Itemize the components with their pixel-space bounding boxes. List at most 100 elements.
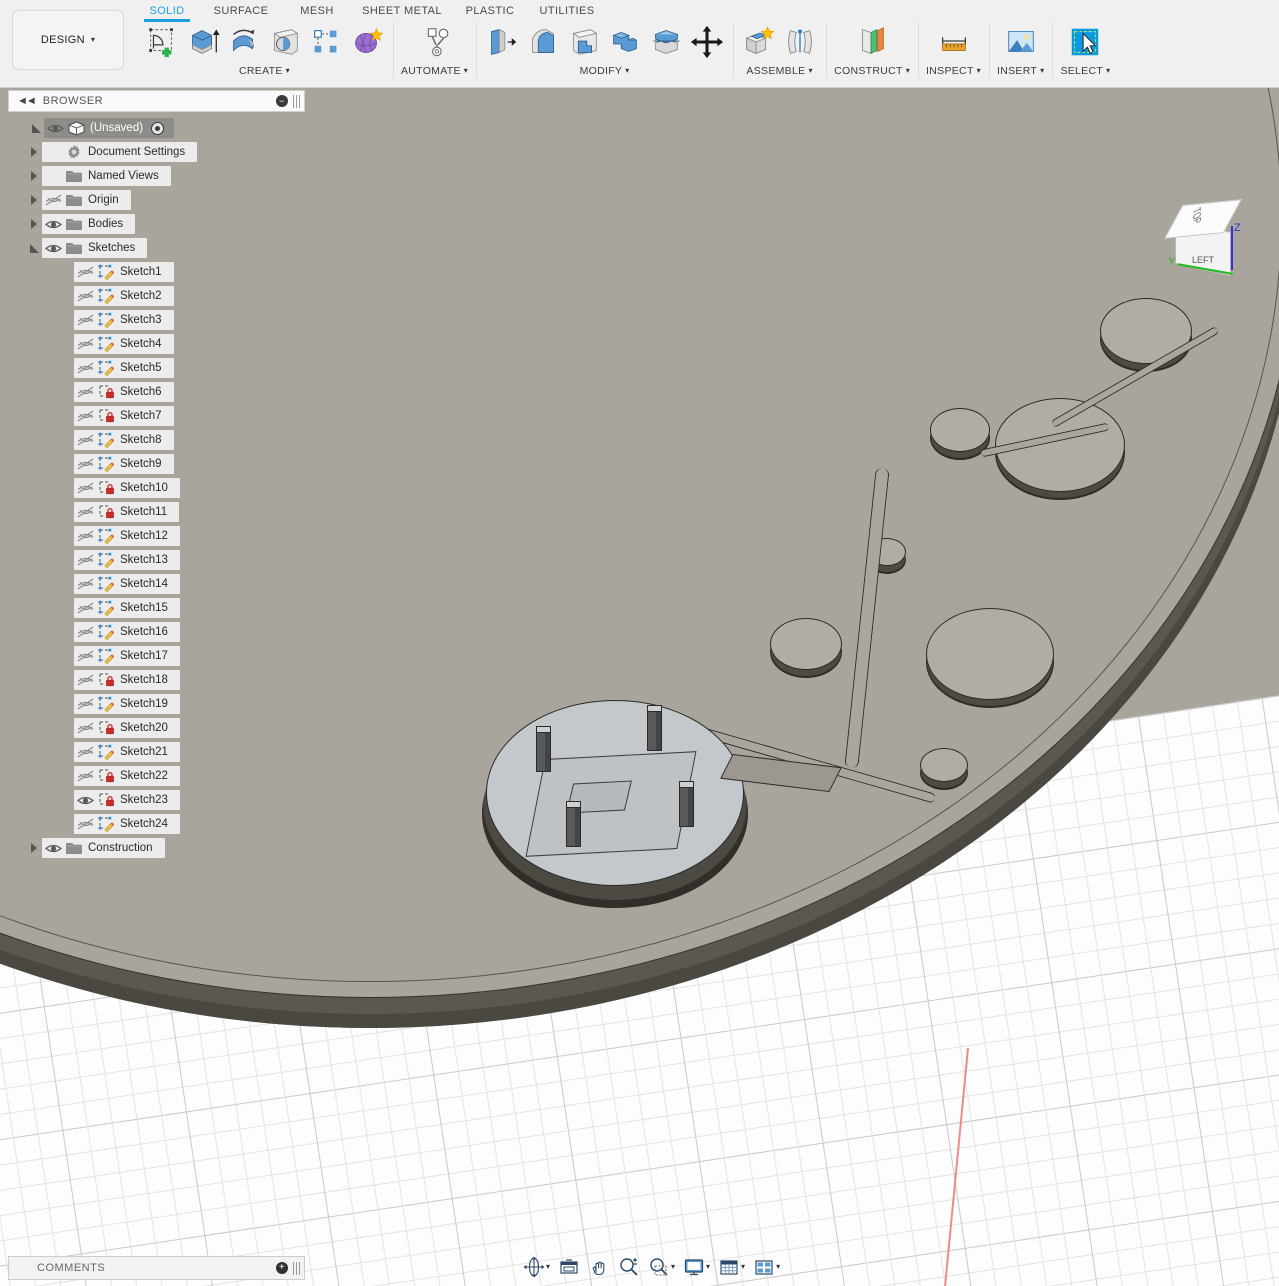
pad-5[interactable] xyxy=(770,618,842,670)
new-component-button[interactable] xyxy=(741,22,777,62)
visibility-toggle[interactable] xyxy=(74,718,96,738)
visibility-toggle[interactable] xyxy=(74,766,96,786)
pad-2[interactable] xyxy=(930,408,990,452)
visibility-toggle[interactable] xyxy=(74,454,96,474)
visibility-toggle[interactable] xyxy=(42,838,64,858)
create-sketch-button[interactable] xyxy=(144,22,180,62)
browser-resize-grip[interactable] xyxy=(293,95,300,108)
navigation-bar[interactable]: ▾ xyxy=(520,1252,783,1282)
visibility-toggle[interactable] xyxy=(74,262,96,282)
visibility-toggle[interactable] xyxy=(74,598,96,618)
browser-item-sketch2[interactable]: Sketch2 xyxy=(8,286,305,306)
viewports-caret-icon[interactable]: ▾ xyxy=(776,1263,780,1271)
root-expander[interactable] xyxy=(28,118,44,138)
tab-plastic[interactable]: PLASTIC xyxy=(454,1,526,21)
root-activate-radio[interactable] xyxy=(151,122,164,135)
display-settings-button[interactable]: ▾ xyxy=(680,1254,713,1280)
browser-item-sketch7[interactable]: Sketch7 xyxy=(8,406,305,426)
shell-button[interactable] xyxy=(566,22,602,62)
hole-button[interactable] xyxy=(267,22,303,62)
browser-item-sketch5[interactable]: Sketch5 xyxy=(8,358,305,378)
browser-item-sketch1[interactable]: Sketch1 xyxy=(8,262,305,282)
tab-sheet-metal[interactable]: SHEET METAL xyxy=(350,1,454,21)
browser-item-sketch22[interactable]: Sketch22 xyxy=(8,766,305,786)
browser-item-sketch3[interactable]: Sketch3 xyxy=(8,310,305,330)
browser-item-sketch6[interactable]: Sketch6 xyxy=(8,382,305,402)
item-expander[interactable] xyxy=(26,838,42,858)
item-expander[interactable] xyxy=(26,142,42,162)
create-form-button[interactable] xyxy=(349,22,385,62)
chevron-down-icon[interactable]: ▾ xyxy=(808,67,812,75)
visibility-toggle[interactable] xyxy=(74,358,96,378)
move-copy-button[interactable] xyxy=(689,22,725,62)
item-expander[interactable] xyxy=(26,214,42,234)
pan-button[interactable] xyxy=(585,1254,613,1280)
grid-snaps-button[interactable]: ▾ xyxy=(715,1254,748,1280)
visibility-toggle[interactable] xyxy=(74,670,96,690)
visibility-toggle[interactable] xyxy=(74,694,96,714)
tab-utilities[interactable]: UTILITIES xyxy=(526,1,608,21)
ribbon-group-label-modify[interactable]: MODIFY▾ xyxy=(580,65,630,77)
ribbon-group-label-construct[interactable]: CONSTRUCT▾ xyxy=(834,65,910,77)
item-expander[interactable] xyxy=(26,238,42,258)
tab-mesh[interactable]: MESH xyxy=(284,1,350,21)
browser-root-row[interactable]: (Unsaved) xyxy=(8,118,305,138)
browser-item-construction[interactable]: Construction xyxy=(8,838,305,858)
ribbon-tabs[interactable]: SOLIDSURFACEMESHSHEET METALPLASTICUTILIT… xyxy=(136,0,608,22)
measure-button[interactable] xyxy=(936,22,972,62)
double-left-arrow-icon[interactable]: ◄◄ xyxy=(17,95,35,107)
visibility-toggle[interactable] xyxy=(74,526,96,546)
visibility-toggle[interactable] xyxy=(74,430,96,450)
visibility-toggle[interactable] xyxy=(74,334,96,354)
visibility-toggle[interactable] xyxy=(74,550,96,570)
browser-item-sketch13[interactable]: Sketch13 xyxy=(8,550,305,570)
ribbon-group-label-create[interactable]: CREATE▾ xyxy=(239,65,290,77)
visibility-toggle[interactable] xyxy=(74,382,96,402)
display-settings-caret-icon[interactable]: ▾ xyxy=(706,1263,710,1271)
viewports-button[interactable]: ▾ xyxy=(750,1254,783,1280)
chevron-down-icon[interactable]: ▾ xyxy=(977,67,981,75)
browser-item-sketch24[interactable]: Sketch24 xyxy=(8,814,305,834)
pad-6[interactable] xyxy=(926,608,1054,700)
chevron-down-icon[interactable]: ▾ xyxy=(1040,67,1044,75)
browser-item-origin[interactable]: Origin xyxy=(8,190,305,210)
visibility-toggle[interactable] xyxy=(74,286,96,306)
press-pull-button[interactable] xyxy=(484,22,520,62)
chevron-down-icon[interactable]: ▾ xyxy=(286,67,290,75)
browser-item-document-settings[interactable]: Document Settings xyxy=(8,142,305,162)
browser-item-bodies[interactable]: Bodies xyxy=(8,214,305,234)
zoom-window-button[interactable]: ▾ xyxy=(645,1254,678,1280)
visibility-toggle[interactable] xyxy=(74,790,96,810)
visibility-toggle[interactable] xyxy=(42,238,64,258)
browser-item-sketch17[interactable]: Sketch17 xyxy=(8,646,305,666)
zoom-button[interactable] xyxy=(615,1254,643,1280)
visibility-toggle[interactable] xyxy=(74,814,96,834)
tab-surface[interactable]: SURFACE xyxy=(198,1,284,21)
chevron-down-icon[interactable]: ▾ xyxy=(906,67,910,75)
combine-button[interactable] xyxy=(607,22,643,62)
tab-solid[interactable]: SOLID xyxy=(136,1,198,21)
circle-minus-icon[interactable]: − xyxy=(276,95,288,107)
circle-plus-icon[interactable]: + xyxy=(276,1262,288,1274)
browser-item-sketch16[interactable]: Sketch16 xyxy=(8,622,305,642)
visibility-toggle[interactable] xyxy=(74,478,96,498)
browser-tree[interactable]: (Unsaved) Document Settings Named Views … xyxy=(8,112,305,858)
visibility-toggle[interactable] xyxy=(74,742,96,762)
split-face-button[interactable] xyxy=(648,22,684,62)
select-button[interactable] xyxy=(1067,22,1103,62)
visibility-toggle[interactable] xyxy=(42,190,64,210)
ribbon-group-label-assemble[interactable]: ASSEMBLE▾ xyxy=(746,65,812,77)
browser-item-sketch9[interactable]: Sketch9 xyxy=(8,454,305,474)
fillet-button[interactable] xyxy=(525,22,561,62)
ribbon-group-label-select[interactable]: SELECT▾ xyxy=(1060,65,1110,77)
revolve-button[interactable] xyxy=(226,22,262,62)
browser-item-named-views[interactable]: Named Views xyxy=(8,166,305,186)
ribbon-group-label-automate[interactable]: AUTOMATE▾ xyxy=(401,65,468,77)
root-visibility-toggle[interactable] xyxy=(44,118,66,138)
look-at-button[interactable] xyxy=(555,1254,583,1280)
view-cube[interactable]: LEFT TOP Z Y xyxy=(1161,196,1257,288)
browser-item-sketch4[interactable]: Sketch4 xyxy=(8,334,305,354)
browser-item-sketch19[interactable]: Sketch19 xyxy=(8,694,305,714)
orbit-button[interactable]: ▾ xyxy=(520,1254,553,1280)
browser-item-sketches[interactable]: Sketches xyxy=(8,238,305,258)
